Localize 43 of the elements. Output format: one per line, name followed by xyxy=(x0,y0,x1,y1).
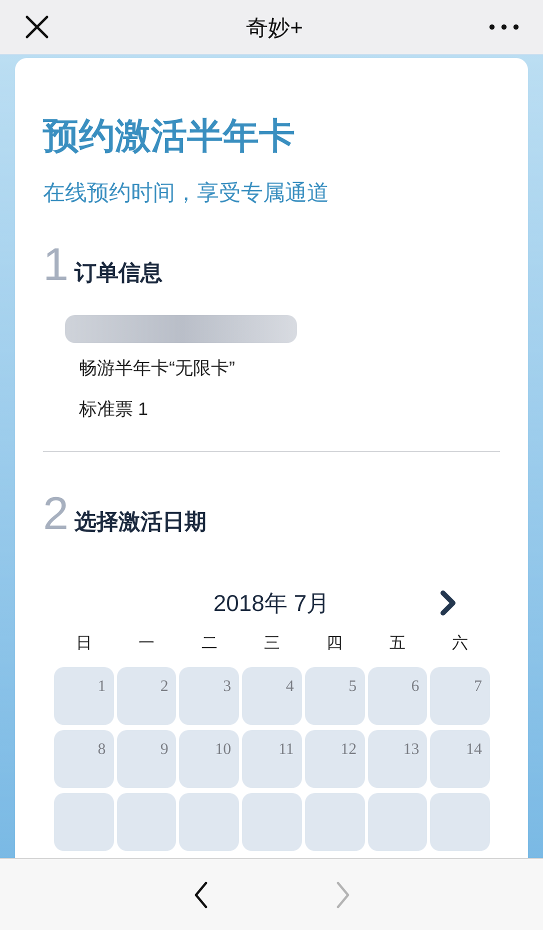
ticket-info: 标准票 1 xyxy=(79,398,150,421)
weekday-label: 四 xyxy=(326,634,344,654)
calendar-day[interactable] xyxy=(304,793,365,851)
calendar-day[interactable]: 6 xyxy=(368,667,428,725)
calendar-month: 2018年 7月 xyxy=(213,588,330,618)
calendar-day[interactable] xyxy=(242,793,302,851)
weekday-label: 五 xyxy=(388,634,406,654)
close-icon xyxy=(25,15,49,39)
calendar-day[interactable]: 3 xyxy=(179,667,240,725)
step-number: 2 xyxy=(43,490,69,536)
calendar-day[interactable] xyxy=(54,793,114,851)
subheading: 在线预约时间，享受专属通道 xyxy=(43,179,330,207)
weekday-label: 六 xyxy=(451,634,470,654)
page-title: 奇妙+ xyxy=(246,14,303,42)
calendar-day[interactable]: 14 xyxy=(430,730,490,788)
section-title: 选择激活日期 xyxy=(74,511,207,533)
step-number: 1 xyxy=(43,241,69,287)
calendar-day[interactable]: 2 xyxy=(116,667,176,725)
more-icon xyxy=(488,24,519,30)
calendar-day[interactable]: 1 xyxy=(54,667,114,725)
section-title: 订单信息 xyxy=(74,262,163,284)
weekday-label: 二 xyxy=(200,634,218,654)
calendar-day[interactable]: 5 xyxy=(304,667,365,725)
calendar-day[interactable]: 10 xyxy=(179,730,240,788)
calendar-day[interactable]: 4 xyxy=(242,667,302,725)
calendar-day[interactable]: 12 xyxy=(304,730,365,788)
calendar-day[interactable]: 7 xyxy=(430,667,490,725)
chevron-left-icon xyxy=(192,880,208,908)
weekday-label: 日 xyxy=(74,634,93,654)
calendar-day[interactable]: 13 xyxy=(368,730,428,788)
weekday-label: 三 xyxy=(262,634,281,654)
chevron-right-icon xyxy=(334,880,350,908)
page-heading: 预约激活半年卡 xyxy=(43,118,296,154)
calendar-day[interactable]: 9 xyxy=(116,730,176,788)
calendar-day[interactable] xyxy=(430,793,490,851)
calendar-day[interactable] xyxy=(116,793,176,851)
calendar-day[interactable]: 8 xyxy=(54,730,114,788)
weekday-label: 一 xyxy=(138,634,156,654)
calendar-day[interactable] xyxy=(368,793,428,851)
chevron-right-icon xyxy=(439,590,457,616)
product-name: 畅游半年卡“无限卡” xyxy=(79,357,236,380)
calendar-day[interactable]: 11 xyxy=(242,730,302,788)
calendar-day[interactable] xyxy=(179,793,240,851)
